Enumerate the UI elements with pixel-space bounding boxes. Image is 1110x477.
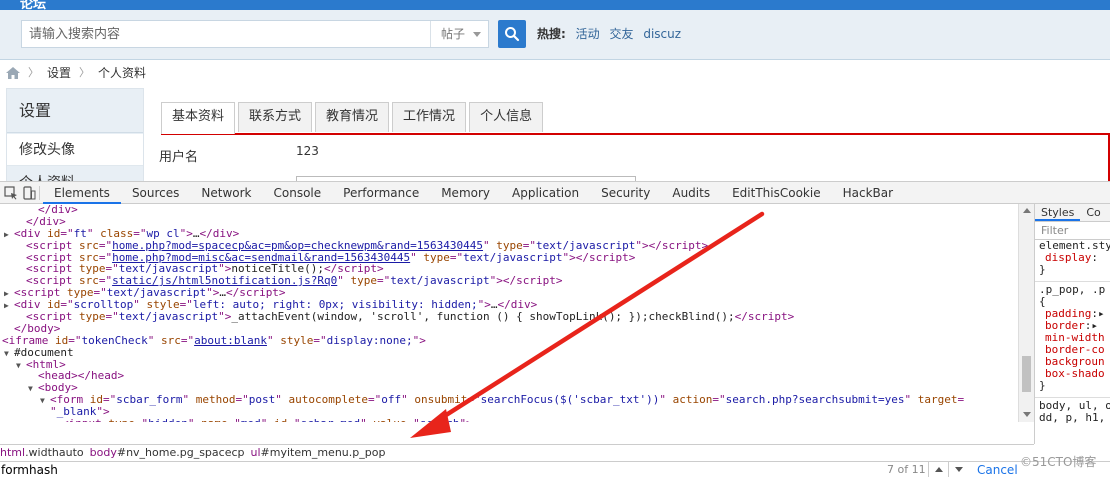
scroll-up-icon[interactable] <box>1023 208 1031 213</box>
dom-crumb-body[interactable]: body#nv_home.pg_spacecp <box>90 445 251 461</box>
devtools-tab-console[interactable]: Console <box>263 182 333 204</box>
dom-node-line[interactable]: ▼ <html> <box>0 358 1018 371</box>
devtools-tab-hackbar[interactable]: HackBar <box>832 182 904 204</box>
styles-tabs: Styles Co <box>1035 204 1110 222</box>
chevron-right-icon: 〉 <box>28 66 39 79</box>
tab-computed[interactable]: Co <box>1080 204 1106 221</box>
inspect-element-icon[interactable] <box>4 185 18 200</box>
style-rule-line: box-shado <box>1045 367 1105 380</box>
tab-contact[interactable]: 联系方式 <box>238 102 313 132</box>
breadcrumb-item-profile[interactable]: 个人资料 <box>98 64 146 82</box>
dom-node-line[interactable]: ▼ #document <box>0 346 1018 359</box>
dom-crumb-tag: ul <box>250 446 261 459</box>
username-label: 用户名 <box>159 150 199 165</box>
dom-node-markup: <input type="hidden" name="mod" id="scba… <box>62 417 473 422</box>
watermark: ©51CTO博客 <box>1020 455 1097 469</box>
site-header: 论坛 <box>0 0 1110 12</box>
style-rules: element.sty display:} .p_pop, .p{padding:▸… <box>1035 240 1110 424</box>
breadcrumb-item-settings[interactable]: 设置 <box>47 64 71 82</box>
style-rule-line: dd, p, h1, <box>1039 411 1106 424</box>
settings-sidebar: 设置 修改头像 个人资料 <box>6 88 144 199</box>
dom-crumb-ul[interactable]: ul#myitem_menu.p_pop <box>251 445 392 461</box>
dom-node-line[interactable]: <head></head> <box>0 370 1018 382</box>
devtools-tab-application[interactable]: Application <box>501 182 590 204</box>
find-bar: 7 of 11 Cancel <box>0 461 1110 477</box>
sidebar-title: 设置 <box>7 89 143 133</box>
dom-crumb-selector: #nv_home.pg_spacecp <box>116 446 245 459</box>
search-box: 帖子 <box>21 20 489 48</box>
dom-crumb-selector: .widthauto <box>25 446 84 459</box>
home-icon[interactable] <box>6 67 20 79</box>
find-cancel-button[interactable]: Cancel <box>977 463 1018 477</box>
elements-tree[interactable]: </div> </div> ▶ <div id="ft" class="wp cl">… <box>0 204 1018 422</box>
username-value: 123 <box>296 144 319 158</box>
scroll-down-icon[interactable] <box>1023 412 1031 417</box>
find-previous-button[interactable] <box>928 462 948 477</box>
devtools-panel: Elements Sources Network Console Performance… <box>0 181 1110 477</box>
tab-work[interactable]: 工作情况 <box>392 102 467 132</box>
tab-education[interactable]: 教育情况 <box>315 102 390 132</box>
devtools-tab-sources[interactable]: Sources <box>121 182 190 204</box>
style-rule-line: } <box>1039 379 1046 392</box>
screenshot-root: 论坛 帖子 热搜: 活动 交友 discuz 〉 设置 〉 <box>0 0 1110 477</box>
dom-node-markup: <script type="text/javascript">_attachEv… <box>26 310 795 324</box>
style-rule-line: } <box>1039 263 1046 276</box>
style-rule-line: .p_pop, .p <box>1039 283 1106 296</box>
toolbar-divider <box>39 185 40 200</box>
chevron-down-icon <box>473 32 481 37</box>
devtools-tab-elements[interactable]: Elements <box>43 182 121 204</box>
styles-filter[interactable]: Filter <box>1035 222 1110 240</box>
search-input[interactable] <box>22 21 430 47</box>
find-next-button[interactable] <box>948 462 968 477</box>
profile-content: 基本资料 联系方式 教育情况 工作情况 个人信息 用户名 123 <box>143 88 1110 193</box>
find-input[interactable] <box>0 462 880 477</box>
style-rule-divider <box>1035 276 1110 282</box>
search-bar: 帖子 热搜: 活动 交友 discuz <box>0 10 1110 60</box>
dom-node-line[interactable]: ▼ <form id="scbar_form" method="post" aut… <box>0 394 1018 406</box>
devtools-tab-editthiscookie[interactable]: EditThisCookie <box>721 182 832 204</box>
hot-link-friends[interactable]: 交友 <box>609 27 633 41</box>
tab-personal[interactable]: 个人信息 <box>469 102 544 132</box>
styles-pane: Styles Co Filter element.sty display:} .p_… <box>1034 204 1110 444</box>
dom-node-line[interactable]: <script type="text/javascript">_attachEv… <box>0 311 1018 323</box>
dom-node-line[interactable]: </div> <box>0 204 1018 216</box>
style-rule-line: display: <box>1045 251 1098 264</box>
search-type-select[interactable]: 帖子 <box>430 21 489 47</box>
tab-basic[interactable]: 基本资料 <box>161 102 236 134</box>
dom-node-markup: <form id="scbar_form" method="post" auto… <box>50 393 965 407</box>
devtools-tab-network[interactable]: Network <box>190 182 262 204</box>
dom-node-line[interactable]: <input type="hidden" name="mod" id="scba… <box>0 418 1018 422</box>
dom-crumb-tag: body <box>89 446 117 459</box>
dom-crumb-html[interactable]: html.widthauto <box>0 445 90 461</box>
search-button[interactable] <box>498 20 526 48</box>
hot-search-label: 热搜: <box>537 27 566 41</box>
dom-breadcrumb: html.widthauto body#nv_home.pg_spacecp ul#… <box>0 444 1034 461</box>
tab-styles[interactable]: Styles <box>1035 204 1081 221</box>
devtools-tabs: Elements Sources Network Console Performance… <box>43 182 904 204</box>
dom-crumb-tag: html <box>0 446 26 459</box>
hot-search: 热搜: 活动 交友 discuz <box>537 26 687 42</box>
sidebar-item-avatar[interactable]: 修改头像 <box>7 134 143 166</box>
profile-tabs: 基本资料 联系方式 教育情况 工作情况 个人信息 <box>161 102 546 134</box>
elements-scrollbar[interactable] <box>1018 204 1034 422</box>
devtools-tab-security[interactable]: Security <box>590 182 661 204</box>
devtools-tab-memory[interactable]: Memory <box>430 182 501 204</box>
devtools-tab-audits[interactable]: Audits <box>661 182 721 204</box>
tab-underline <box>161 133 1110 135</box>
hot-link-discuz[interactable]: discuz <box>643 27 681 41</box>
devtools-tab-performance[interactable]: Performance <box>332 182 430 204</box>
devtools-toolbar: Elements Sources Network Console Performance… <box>0 182 1110 204</box>
chevron-right-icon: 〉 <box>79 66 91 79</box>
dom-crumb-selector: #myitem_menu.p_pop <box>260 446 386 459</box>
dom-node-line[interactable]: ▼<iframe id="tokenCheck" src="about:blan… <box>0 334 1018 347</box>
search-type-label: 帖子 <box>441 27 466 41</box>
breadcrumb: 〉 设置 〉 个人资料 <box>6 64 146 82</box>
scrollbar-thumb[interactable] <box>1022 356 1031 392</box>
hot-link-activity[interactable]: 活动 <box>576 27 600 41</box>
search-icon <box>505 27 520 42</box>
style-rule-divider <box>1035 392 1110 398</box>
device-toolbar-icon[interactable] <box>22 185 36 200</box>
find-match-count: 7 of 11 <box>887 463 926 476</box>
